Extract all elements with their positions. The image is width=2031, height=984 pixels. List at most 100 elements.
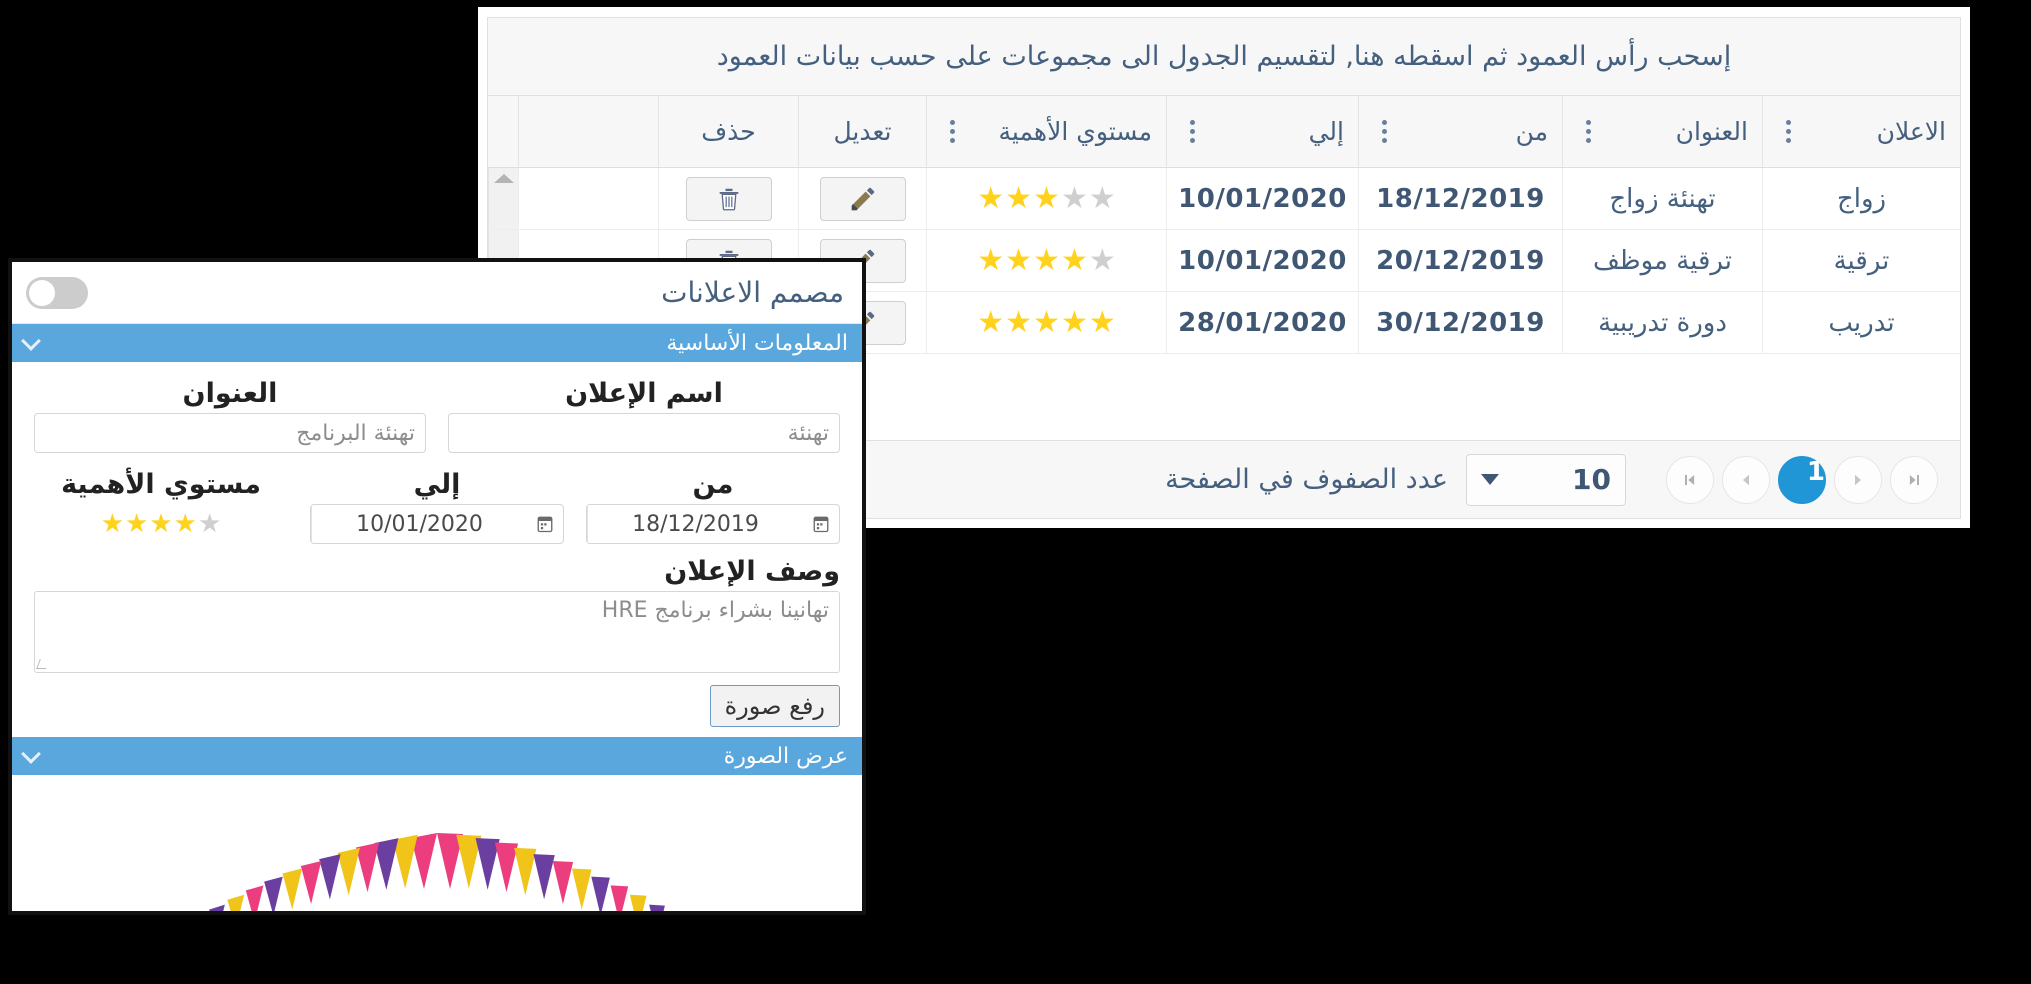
rating-stars: ★ ★ ★ ★ ★ xyxy=(977,304,1116,340)
calendar-icon xyxy=(537,516,553,533)
cell-ad: تدريب xyxy=(1762,292,1960,353)
star-icon: ★ xyxy=(1033,304,1060,340)
pagination-first-button[interactable] xyxy=(1666,455,1714,504)
dialog-header: مصمم الاعلانات xyxy=(12,262,862,324)
column-header-filler xyxy=(518,96,658,167)
field-title: العنوان تهنئة البرنامج xyxy=(34,372,426,453)
rows-per-page-select[interactable]: 10 xyxy=(1466,453,1626,506)
edit-button[interactable] xyxy=(819,176,906,221)
pagination-next-button[interactable] xyxy=(1834,455,1882,504)
input-date-to[interactable]: 10/01/2020 xyxy=(310,504,564,544)
input-date-from[interactable]: 18/12/2019 xyxy=(586,504,840,544)
upload-row: رفع صورة xyxy=(34,673,840,737)
input-date-from-value: 18/12/2019 xyxy=(587,505,803,543)
field-date-to: إلي 10/01/2020 xyxy=(310,463,564,544)
cell-to: 10/01/2020 xyxy=(1166,230,1358,291)
section-header-image-preview[interactable]: عرض الصورة xyxy=(12,737,862,775)
vertical-scrollbar[interactable] xyxy=(488,168,518,229)
cell-rating: ★ ★ ★ ★ ★ xyxy=(926,230,1166,291)
column-header-ad[interactable]: الاعلان xyxy=(1762,96,1960,167)
cell-from: 20/12/2019 xyxy=(1358,230,1562,291)
column-header-title[interactable]: العنوان xyxy=(1562,96,1762,167)
star-icon: ★ xyxy=(149,509,173,539)
column-header-delete: حذف xyxy=(658,96,798,167)
prev-page-icon xyxy=(1743,474,1749,485)
form-row-names: اسم الإعلان تهنئة العنوان تهنئة البرنامج xyxy=(34,372,840,453)
section-header-basic-info[interactable]: المعلومات الأساسية xyxy=(12,324,862,362)
chevron-down-icon xyxy=(21,744,41,764)
grid-header-row: الاعلان العنوان من إلي مستوي الأهمية تعد… xyxy=(488,96,1960,168)
rating-stars[interactable]: ★ ★ ★ ★ ★ xyxy=(101,511,222,537)
dialog-toggle-switch[interactable] xyxy=(26,276,88,309)
delete-button[interactable] xyxy=(685,176,772,221)
column-menu-icon-rating[interactable] xyxy=(941,115,963,149)
section-label-basic-info: المعلومات الأساسية xyxy=(666,330,848,356)
form-row-dates: من 18/12/2019 إلي 10/01/2020 مستوي الأهم… xyxy=(34,463,840,544)
cell-from: 30/12/2019 xyxy=(1358,292,1562,353)
ad-image-preview xyxy=(12,775,862,911)
cell-to: 10/01/2020 xyxy=(1166,168,1358,229)
resize-grip-icon[interactable] xyxy=(36,659,50,669)
label-date-from: من xyxy=(692,469,734,500)
input-title-value: تهنئة البرنامج xyxy=(296,420,415,446)
group-by-dropzone[interactable]: إسحب رأس العمود ثم اسقطه هنا, لتقسيم الج… xyxy=(488,18,1960,96)
input-title[interactable]: تهنئة البرنامج xyxy=(34,413,426,453)
column-label-delete: حذف xyxy=(701,117,756,146)
input-description-value: تهانينا بشراء برنامج HRE xyxy=(601,598,829,623)
cell-rating: ★ ★ ★ ★ ★ xyxy=(926,168,1166,229)
pagination-last-button[interactable] xyxy=(1890,455,1938,504)
input-ad-name[interactable]: تهنئة xyxy=(448,413,840,453)
column-header-rating[interactable]: مستوي الأهمية xyxy=(926,96,1166,167)
ad-designer-dialog: مصمم الاعلانات المعلومات الأساسية اسم ال… xyxy=(8,258,866,915)
field-rating: مستوي الأهمية ★ ★ ★ ★ ★ xyxy=(34,463,288,544)
next-page-icon xyxy=(1855,474,1861,485)
column-label-to: إلي xyxy=(1308,117,1344,146)
star-icon: ★ xyxy=(197,509,222,539)
column-menu-icon-title[interactable] xyxy=(1577,115,1599,149)
label-rating: مستوي الأهمية xyxy=(61,469,261,500)
group-by-hint: إسحب رأس العمود ثم اسقطه هنا, لتقسيم الج… xyxy=(716,41,1732,72)
section-label-image-preview: عرض الصورة xyxy=(723,743,848,769)
column-label-from: من xyxy=(1515,117,1548,146)
last-page-icon xyxy=(1909,474,1919,485)
calendar-icon-to[interactable] xyxy=(527,514,563,534)
column-menu-icon-to[interactable] xyxy=(1181,115,1203,149)
rows-per-page-label: عدد الصفوف في الصفحة xyxy=(1165,464,1448,495)
backdrop-right xyxy=(1970,0,2031,528)
column-label-ad: الاعلان xyxy=(1876,117,1946,146)
cell-rating: ★ ★ ★ ★ ★ xyxy=(926,292,1166,353)
upload-image-button[interactable]: رفع صورة xyxy=(709,685,840,727)
rating-input[interactable]: ★ ★ ★ ★ ★ xyxy=(34,504,288,544)
column-menu-icon-ad[interactable] xyxy=(1777,115,1799,149)
label-date-to: إلي xyxy=(413,469,461,500)
field-ad-name: اسم الإعلان تهنئة xyxy=(448,372,840,453)
label-title: العنوان xyxy=(182,378,278,409)
pagination-prev-button[interactable] xyxy=(1722,455,1770,504)
rating-stars: ★ ★ ★ ★ ★ xyxy=(977,245,1116,276)
header-scroll-spacer xyxy=(488,96,518,167)
column-header-from[interactable]: من xyxy=(1358,96,1562,167)
column-label-title: العنوان xyxy=(1675,117,1748,146)
input-description[interactable]: تهانينا بشراء برنامج HRE xyxy=(34,591,840,673)
star-icon: ★ xyxy=(1088,180,1116,216)
table-row[interactable]: زواج تهنئة زواج 18/12/2019 10/01/2020 ★ ★… xyxy=(488,168,1960,230)
cell-title: دورة تدريبية xyxy=(1562,292,1762,353)
column-menu-icon-from[interactable] xyxy=(1373,115,1395,149)
column-header-edit: تعديل xyxy=(798,96,926,167)
pagination-page-1[interactable]: 1 xyxy=(1778,455,1826,504)
scroll-up-icon[interactable] xyxy=(493,174,514,183)
chevron-down-icon xyxy=(21,331,41,351)
cell-edit xyxy=(798,168,926,229)
label-ad-name: اسم الإعلان xyxy=(565,378,723,409)
backdrop-right-bottom xyxy=(866,528,2031,918)
pencil-icon xyxy=(851,187,874,210)
column-header-to[interactable]: إلي xyxy=(1166,96,1358,167)
trash-icon xyxy=(719,188,738,210)
toggle-knob xyxy=(29,279,55,306)
star-icon: ★ xyxy=(1005,304,1033,340)
cell-title: تهنئة زواج xyxy=(1562,168,1762,229)
field-description: وصف الإعلان تهانينا بشراء برنامج HRE xyxy=(34,550,840,673)
dialog-title: مصمم الاعلانات xyxy=(661,276,844,309)
cell-to: 28/01/2020 xyxy=(1166,292,1358,353)
calendar-icon-from[interactable] xyxy=(803,514,839,534)
